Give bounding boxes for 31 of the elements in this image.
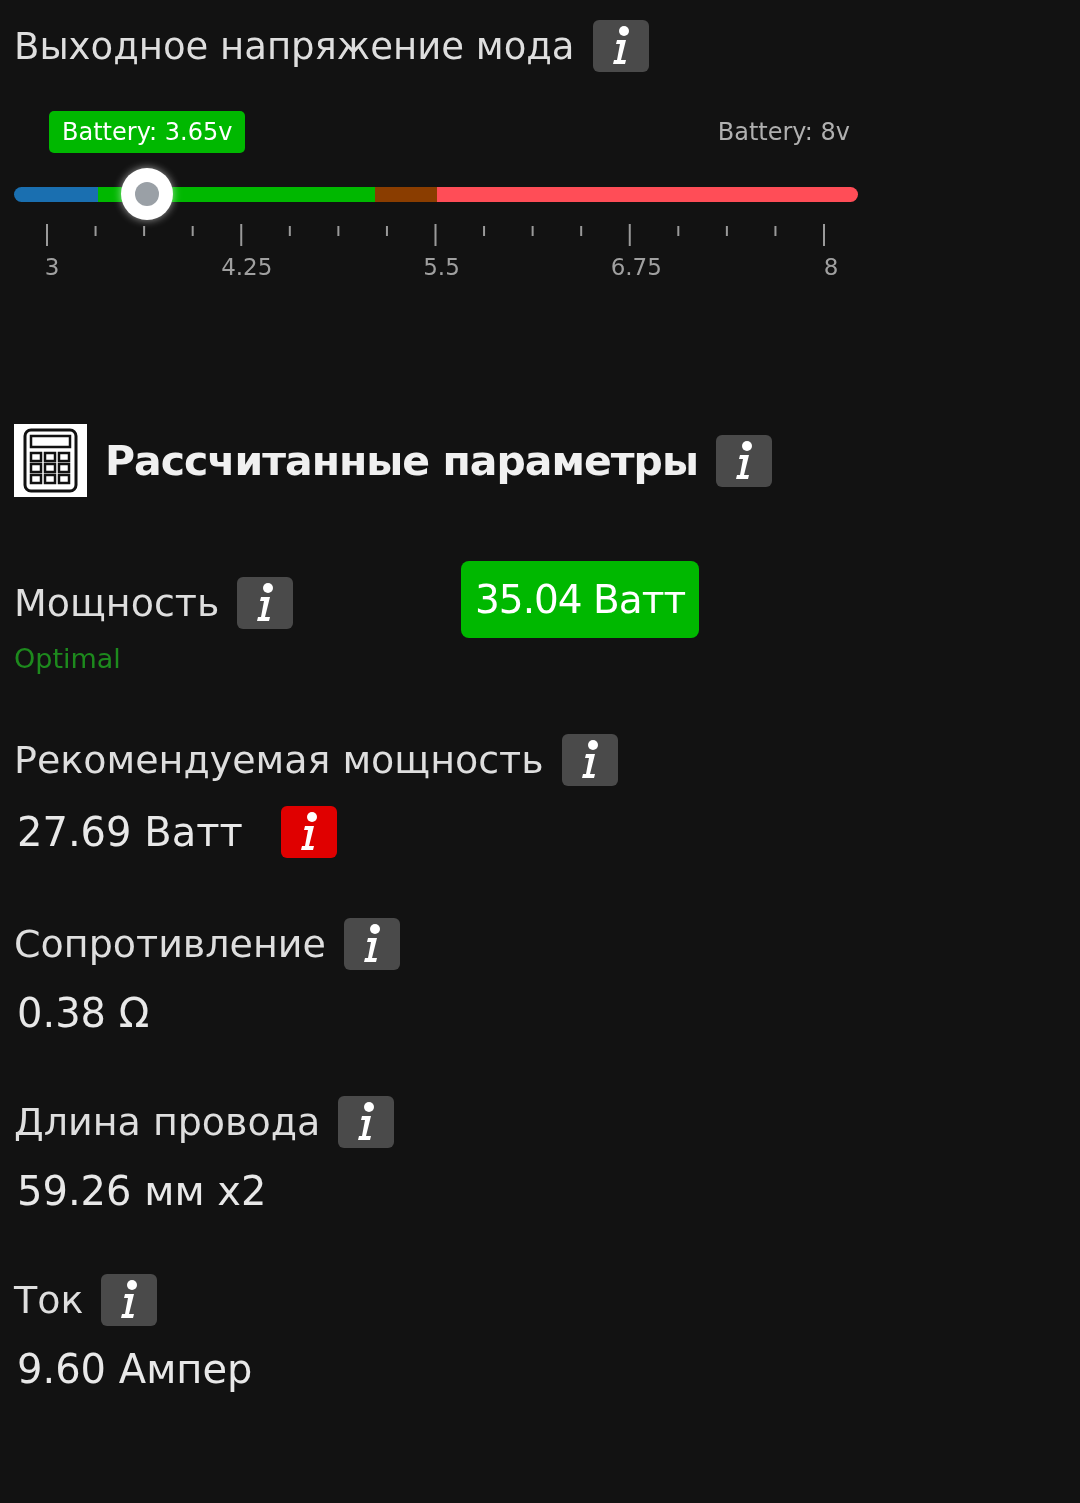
info-icon[interactable]	[561, 734, 618, 786]
info-icon[interactable]	[592, 20, 649, 72]
parameter-value-badge: 35.04 Ватт	[461, 561, 700, 638]
parameter-value: 27.69 Ватт	[17, 809, 243, 855]
tick-label: 3	[44, 254, 60, 280]
max-value-label: Battery: 8v	[717, 118, 850, 146]
parameter-value: 59.26 мм x2	[17, 1168, 267, 1214]
status-label: Optimal	[14, 643, 122, 674]
tick-label: 5.5	[423, 254, 460, 280]
tick-label: 4.25	[221, 254, 273, 280]
section-heading: Рассчитанные параметры	[105, 436, 698, 485]
info-icon[interactable]	[237, 577, 294, 629]
info-icon[interactable]	[715, 434, 772, 487]
calculator-icon	[14, 424, 87, 497]
tick-label: 6.75	[610, 254, 662, 280]
warning-info-icon[interactable]	[280, 806, 337, 858]
parameter-label: Рекомендуемая мощность	[14, 738, 544, 782]
parameter-label: Мощность	[14, 581, 220, 625]
parameter-label: Сопротивление	[14, 922, 326, 966]
parameter-value: 0.38 Ω	[17, 990, 150, 1036]
parameter-label: Ток	[14, 1278, 84, 1322]
parameter-label: Длина провода	[14, 1100, 321, 1144]
slider-thumb[interactable]	[121, 168, 174, 220]
tick-label: 8	[823, 254, 839, 280]
info-icon[interactable]	[101, 1274, 158, 1326]
current-value-badge: Battery: 3.65v	[49, 111, 246, 153]
slider-track[interactable]	[14, 168, 858, 220]
parameter-value: 9.60 Ампер	[17, 1346, 253, 1392]
section-title: Выходное напряжение мода	[14, 24, 575, 68]
info-icon[interactable]	[343, 918, 400, 970]
info-icon[interactable]	[338, 1096, 395, 1148]
